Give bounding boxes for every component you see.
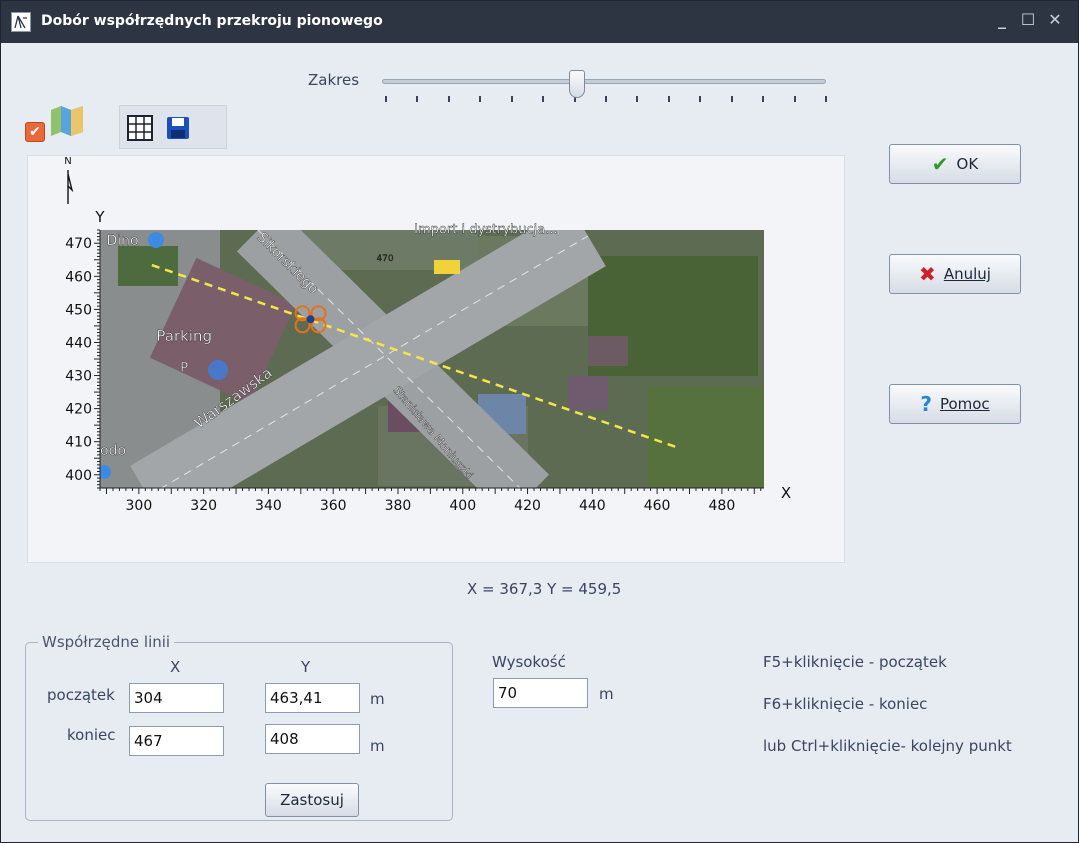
y-tick-label: 430 bbox=[65, 369, 92, 385]
slider-tick bbox=[510, 96, 513, 102]
y-tick-label: 420 bbox=[65, 402, 92, 418]
app-icon bbox=[11, 12, 31, 32]
y-tick-label: 450 bbox=[65, 302, 92, 318]
slider-tick bbox=[793, 96, 796, 102]
range-slider-thumb[interactable] bbox=[569, 70, 586, 98]
minimize-button[interactable]: _ bbox=[991, 9, 1013, 31]
end-unit: m bbox=[370, 737, 385, 755]
slider-tick bbox=[636, 96, 639, 102]
y-axis-label: Y bbox=[94, 208, 105, 226]
map-icon bbox=[51, 106, 83, 136]
y-tick-label: 440 bbox=[65, 335, 92, 351]
map-toggle[interactable]: ✔ bbox=[25, 102, 87, 144]
x-tick-label: 320 bbox=[190, 498, 217, 514]
range-slider-ticks bbox=[385, 96, 827, 104]
hint-next-point: lub Ctrl+kliknięcie- kolejny punkt bbox=[763, 737, 1012, 755]
map-label-parking-sign: P bbox=[180, 361, 188, 376]
y-tick-label: 460 bbox=[65, 269, 92, 285]
column-x-header: X bbox=[170, 658, 181, 676]
range-label: Zakres bbox=[308, 71, 360, 89]
slider-tick bbox=[825, 96, 827, 102]
start-unit: m bbox=[370, 690, 385, 708]
map-visible-checkbox[interactable]: ✔ bbox=[25, 122, 45, 142]
start-y-field[interactable] bbox=[265, 683, 360, 713]
help-button[interactable]: ? Pomoc bbox=[889, 384, 1021, 424]
map-label-poi-left: odo bbox=[100, 443, 126, 459]
end-y-field[interactable] bbox=[265, 724, 360, 754]
map-plot[interactable]: DinoImport i dystrybucja...Sikorskiego 47… bbox=[28, 156, 846, 564]
window-title: Dobór współrzędnych przekroju pionowego bbox=[41, 13, 383, 29]
ok-button[interactable]: ✔ OK bbox=[889, 144, 1021, 184]
hint-end: F6+kliknięcie - koniec bbox=[763, 695, 928, 713]
slider-tick bbox=[542, 96, 545, 102]
grid-icon bbox=[127, 115, 153, 141]
slider-tick bbox=[605, 96, 607, 102]
map-label-road-number: 470 bbox=[376, 254, 393, 264]
column-y-header: Y bbox=[301, 658, 311, 676]
save-icon bbox=[167, 117, 189, 139]
slider-tick bbox=[730, 96, 733, 102]
x-tick-label: 480 bbox=[709, 498, 736, 514]
range-slider-track[interactable] bbox=[382, 79, 826, 84]
x-tick-label: 380 bbox=[385, 498, 412, 514]
dialog-window: Dobór współrzędnych przekroju pionowego … bbox=[0, 0, 1079, 843]
marker-body bbox=[306, 315, 315, 324]
question-icon: ? bbox=[920, 392, 932, 416]
x-tick-label: 440 bbox=[579, 498, 606, 514]
end-label: koniec bbox=[67, 726, 116, 744]
slider-tick bbox=[699, 96, 702, 102]
cancel-button[interactable]: ✖ Anuluj bbox=[889, 254, 1021, 294]
x-tick-label: 460 bbox=[644, 498, 671, 514]
group-title: Współrzędne linii bbox=[38, 633, 175, 651]
height-field[interactable] bbox=[493, 678, 588, 708]
height-unit: m bbox=[599, 685, 614, 703]
maximize-button[interactable]: ☐ bbox=[1017, 9, 1039, 31]
slider-tick bbox=[667, 96, 670, 102]
start-x-field[interactable] bbox=[129, 683, 224, 713]
x-tick-label: 360 bbox=[320, 498, 347, 514]
slider-tick bbox=[385, 96, 387, 102]
x-tick-label: 340 bbox=[255, 498, 282, 514]
save-button[interactable] bbox=[162, 112, 194, 144]
apply-button[interactable]: Zastosuj bbox=[265, 783, 359, 817]
x-tick-label: 400 bbox=[449, 498, 476, 514]
hint-start: F5+kliknięcie - początek bbox=[763, 653, 947, 671]
end-x-field[interactable] bbox=[129, 726, 224, 756]
map-label-parking: Parking bbox=[156, 327, 212, 345]
north-label: N bbox=[64, 156, 71, 167]
map-label-poi-top: Import i dystrybucja... bbox=[414, 222, 558, 237]
map-label-store: Dino bbox=[106, 233, 138, 249]
x-axis-label: X bbox=[781, 484, 791, 502]
checkmark-icon: ✔ bbox=[931, 152, 949, 176]
grid-button[interactable] bbox=[124, 112, 156, 144]
y-tick-label: 400 bbox=[65, 468, 92, 484]
height-label: Wysokość bbox=[492, 653, 566, 671]
close-button[interactable]: ✕ bbox=[1044, 9, 1066, 31]
slider-tick bbox=[416, 96, 419, 102]
x-icon: ✖ bbox=[919, 262, 936, 286]
y-tick-label: 470 bbox=[65, 236, 92, 252]
x-tick-label: 300 bbox=[126, 498, 153, 514]
plot-toolbar bbox=[119, 105, 227, 149]
ok-label: OK bbox=[956, 155, 979, 173]
y-tick-label: 410 bbox=[65, 435, 92, 451]
slider-tick bbox=[762, 96, 765, 102]
north-arrow-icon: N bbox=[64, 156, 74, 204]
x-tick-label: 420 bbox=[514, 498, 541, 514]
start-label: początek bbox=[47, 686, 115, 704]
slider-tick bbox=[447, 96, 450, 102]
slider-tick bbox=[479, 96, 482, 102]
cursor-coordinates: X = 367,3 Y = 459,5 bbox=[467, 580, 622, 598]
map-plot-panel[interactable]: Dino Import i dystrybucja... Sikorskiego 47… bbox=[27, 155, 845, 563]
help-label: Pomoc bbox=[939, 395, 990, 413]
title-bar[interactable]: Dobór współrzędnych przekroju pionowego … bbox=[1, 1, 1078, 43]
cancel-label: Anuluj bbox=[943, 265, 991, 283]
